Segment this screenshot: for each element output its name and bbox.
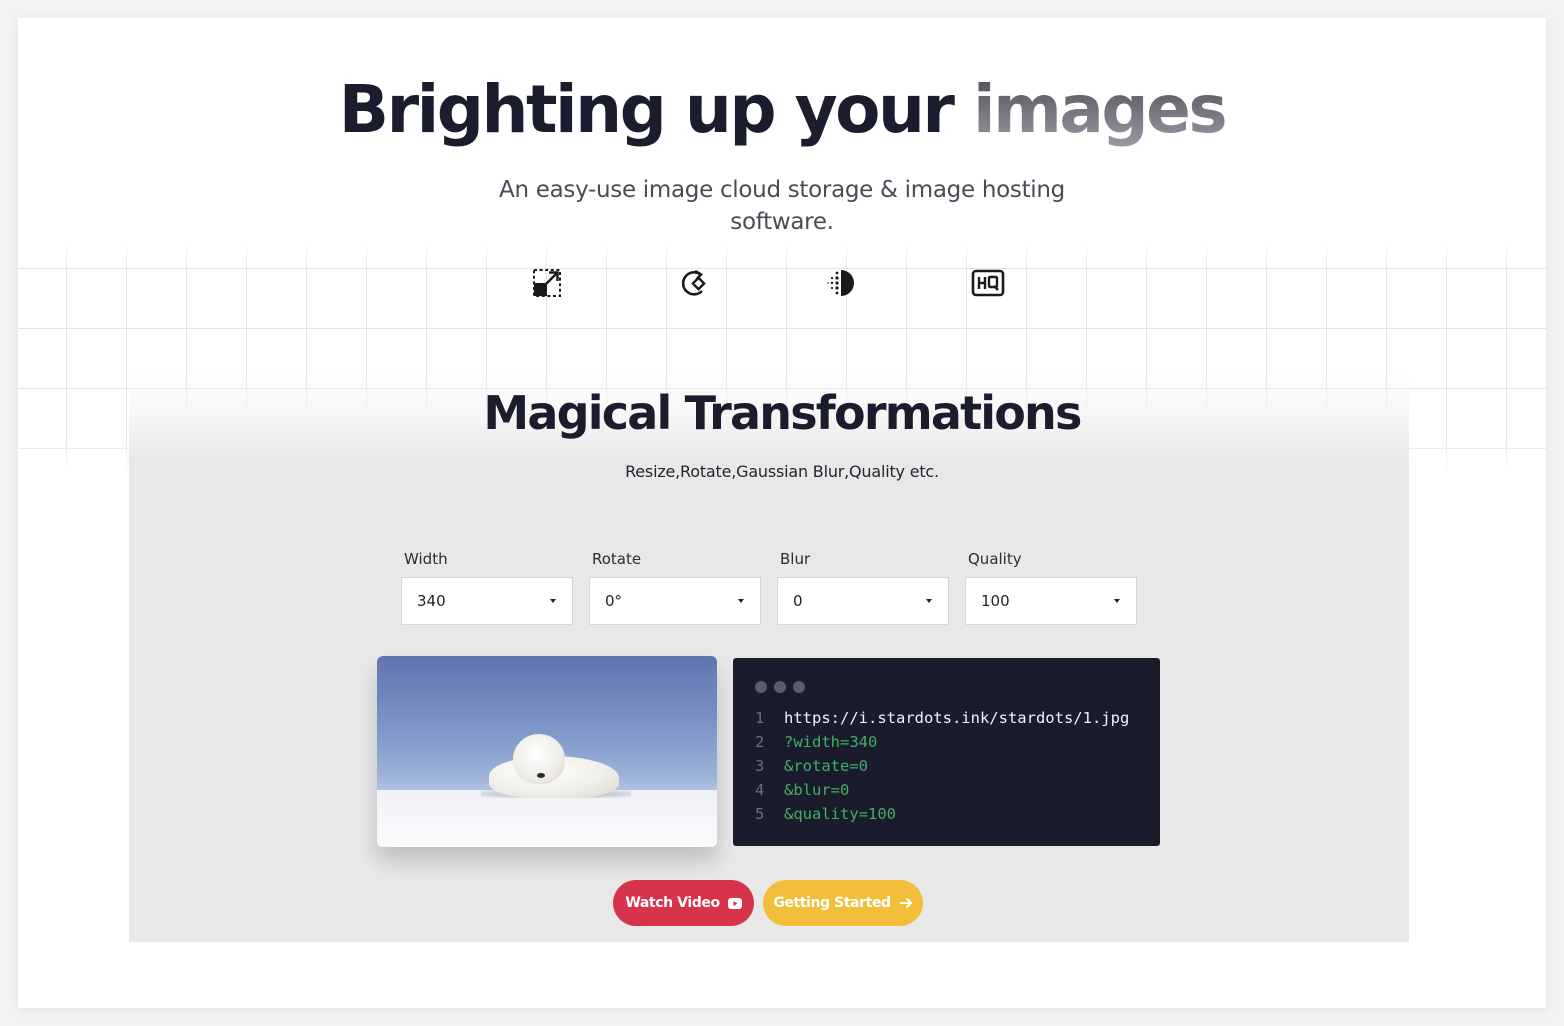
window-dot — [755, 681, 767, 693]
blur-label: Blur — [780, 550, 811, 568]
quality-label: Quality — [968, 550, 1022, 568]
code-line: 5 &quality=100 — [755, 802, 1129, 826]
watch-video-label: Watch Video — [625, 895, 720, 911]
code-param-blur: &blur=0 — [784, 781, 850, 799]
line-number: 2 — [755, 733, 765, 751]
window-dot — [774, 681, 786, 693]
hero-subtitle: An easy-use image cloud storage & image … — [499, 177, 1065, 235]
line-number: 5 — [755, 805, 765, 823]
line-number: 1 — [755, 709, 765, 727]
code-line: 3 &rotate=0 — [755, 754, 1129, 778]
demo-panel — [129, 370, 1409, 942]
hero-title-main: Brighting up your — [338, 71, 955, 148]
caret-down-icon — [738, 599, 744, 603]
blur-select[interactable]: 0 — [777, 577, 949, 625]
caret-down-icon — [550, 599, 556, 603]
quality-control: Quality 100 — [965, 550, 1137, 625]
blur-icon — [823, 265, 859, 301]
rotate-select[interactable]: 0° — [589, 577, 761, 625]
resize-icon — [529, 265, 565, 301]
watch-video-button[interactable]: Watch Video — [613, 880, 754, 926]
section-title: Magical Transformations — [483, 386, 1082, 440]
caret-down-icon — [926, 599, 932, 603]
landing-card: Brighting up your images An easy-use ima… — [18, 18, 1546, 1008]
youtube-icon — [727, 897, 742, 909]
rotate-value: 0° — [605, 592, 623, 610]
code-line: 4 &blur=0 — [755, 778, 1129, 802]
width-label: Width — [404, 550, 448, 568]
width-value: 340 — [417, 592, 446, 610]
line-number: 4 — [755, 781, 765, 799]
window-dot — [793, 681, 805, 693]
code-lines: 1 https://i.stardots.ink/stardots/1.jpg 2… — [755, 706, 1129, 826]
section-subtitle: Resize,Rotate,Gaussian Blur,Quality etc. — [625, 462, 939, 481]
code-line: 2 ?width=340 — [755, 730, 1129, 754]
rotate-control: Rotate 0° — [589, 550, 761, 625]
polar-bear-nose — [537, 773, 545, 778]
getting-started-label: Getting Started — [773, 895, 891, 911]
arrow-right-icon — [899, 897, 913, 909]
code-line: 1 https://i.stardots.ink/stardots/1.jpg — [755, 706, 1129, 730]
blur-value: 0 — [793, 592, 803, 610]
hero-title: Brighting up your images — [18, 70, 1546, 150]
width-select[interactable]: 340 — [401, 577, 573, 625]
getting-started-button[interactable]: Getting Started — [763, 880, 923, 926]
snow — [377, 790, 717, 847]
preview-image — [377, 656, 717, 847]
code-param-rotate: &rotate=0 — [784, 757, 868, 775]
line-number: 3 — [755, 757, 765, 775]
code-window: 1 https://i.stardots.ink/stardots/1.jpg 2… — [733, 658, 1160, 846]
window-dots — [755, 678, 812, 693]
quality-value: 100 — [981, 592, 1010, 610]
quality-select[interactable]: 100 — [965, 577, 1137, 625]
code-url: https://i.stardots.ink/stardots/1.jpg — [784, 709, 1130, 727]
code-param-quality: &quality=100 — [784, 805, 896, 823]
code-param-width: ?width=340 — [784, 733, 878, 751]
rotate-label: Rotate — [592, 550, 642, 568]
rotate-icon — [676, 265, 712, 301]
caret-down-icon — [1114, 599, 1120, 603]
width-control: Width 340 — [401, 550, 573, 625]
blur-control: Blur 0 — [777, 550, 949, 625]
hq-quality-icon — [970, 265, 1006, 301]
hero-title-accent: images — [972, 71, 1228, 148]
feature-icons — [529, 265, 1019, 305]
